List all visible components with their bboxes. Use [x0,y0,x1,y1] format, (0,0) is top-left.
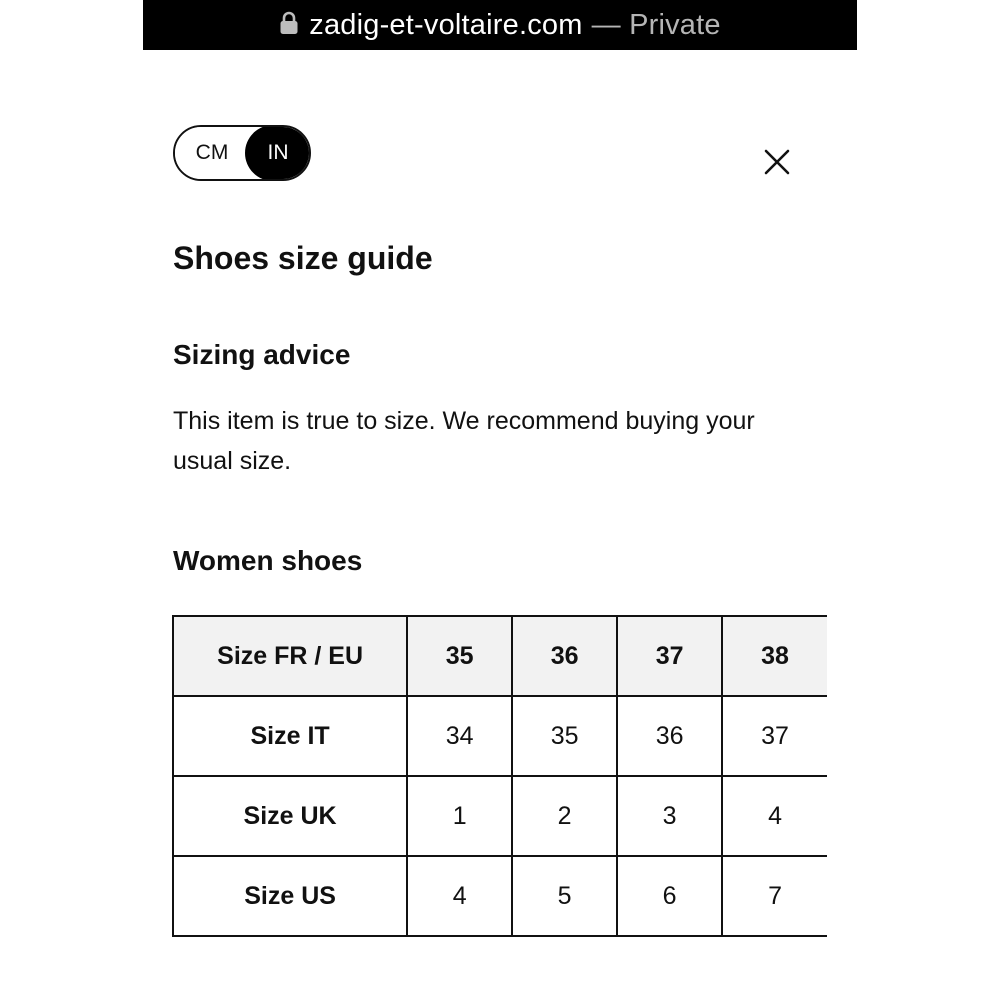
table-cell: 3 [616,776,723,857]
page-title: Shoes size guide [173,240,433,276]
table-cell: 35 [406,616,513,697]
table-cell: 7 [721,856,827,936]
size-table: Size FR / EU 35 36 37 38 Size IT 34 35 3… [172,615,827,937]
size-table-scroller[interactable]: Size FR / EU 35 36 37 38 Size IT 34 35 3… [172,615,827,947]
table-cell: 38 [721,616,827,697]
close-icon [764,149,790,175]
private-label: — Private [591,8,721,41]
women-shoes-heading: Women shoes [173,545,363,576]
unit-option-cm[interactable]: CM [175,127,245,179]
table-cell: 2 [511,776,618,857]
table-cell: 1 [406,776,513,857]
table-row: Size US 4 5 6 7 [172,856,827,936]
close-button[interactable] [761,146,793,178]
table-row: Size UK 1 2 3 4 [172,776,827,857]
table-row: Size IT 34 35 36 37 [172,696,827,777]
table-cell: 34 [406,696,513,777]
row-label-uk: Size UK [172,776,409,857]
row-label-it: Size IT [172,696,409,777]
sizing-advice-heading: Sizing advice [173,339,351,370]
table-row: Size FR / EU 35 36 37 38 [172,616,827,697]
table-cell: 4 [406,856,513,936]
url-text: zadig-et-voltaire.com [309,8,583,41]
unit-option-in[interactable]: IN [245,127,309,179]
sizing-advice-text: This item is true to size. We recommend … [173,407,755,475]
table-cell: 36 [616,696,723,777]
row-label-us: Size US [172,856,409,936]
table-cell: 6 [616,856,723,936]
table-cell: 37 [721,696,827,777]
row-label-fr-eu: Size FR / EU [172,616,409,697]
lock-icon [280,11,298,34]
table-cell: 5 [511,856,618,936]
table-cell: 37 [616,616,723,697]
table-cell: 4 [721,776,827,857]
unit-toggle[interactable]: CM IN [173,125,311,181]
browser-url-bar[interactable]: zadig-et-voltaire.com — Private [143,0,857,50]
table-cell: 36 [511,616,618,697]
table-cell: 35 [511,696,618,777]
